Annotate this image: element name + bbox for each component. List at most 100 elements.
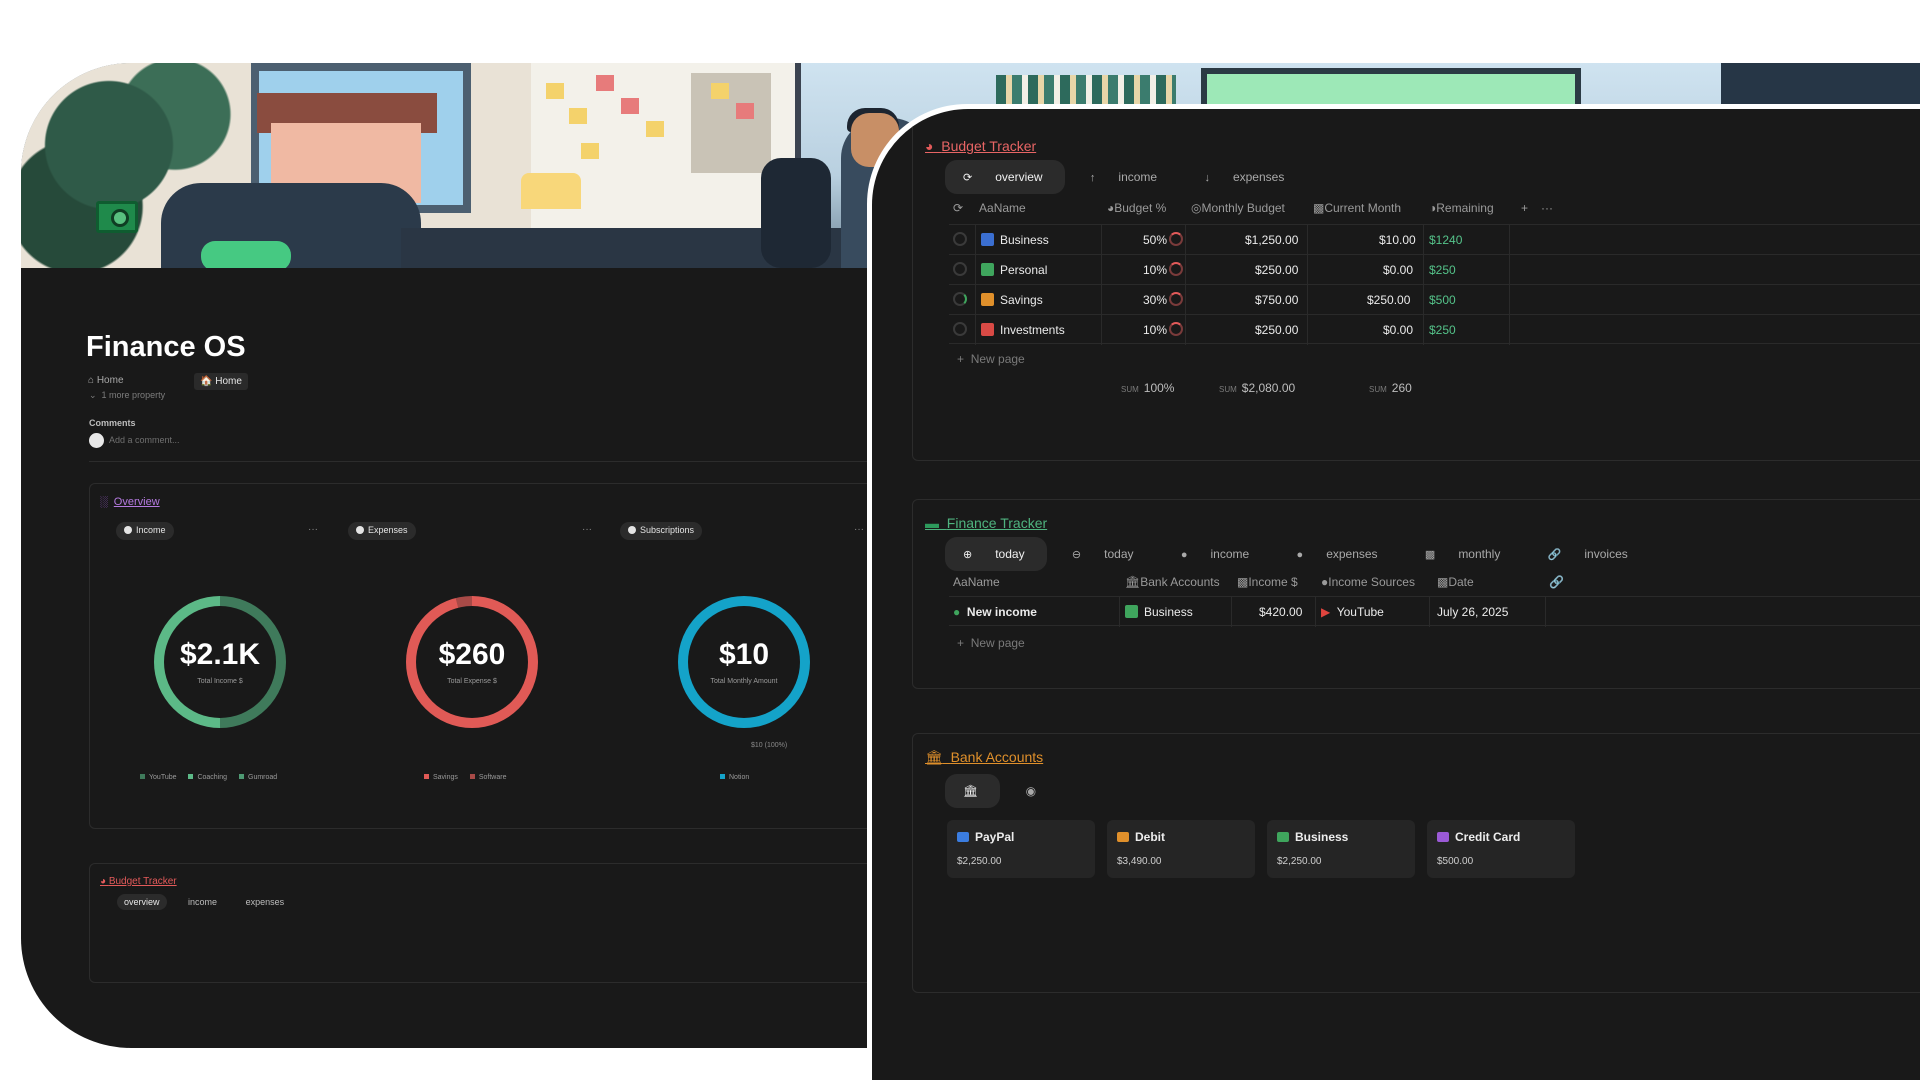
leaf-icon xyxy=(981,263,994,276)
finance-tracker-block: ▬ Finance Tracker ⊕ today ⊖ today ● income … xyxy=(912,499,1920,689)
column-name[interactable]: Aa Name xyxy=(953,575,1000,589)
tab-expenses-chart[interactable]: Expenses xyxy=(348,522,416,540)
money-icon: ▬ xyxy=(925,515,939,531)
tab-expenses[interactable]: expenses xyxy=(239,894,292,910)
column-current-month[interactable]: ▩ Current Month xyxy=(1313,201,1401,215)
row-name: Personal xyxy=(981,263,1047,277)
property-value[interactable]: 🏠 Home xyxy=(194,373,248,390)
column-budget-pct[interactable]: ◕ Budget % xyxy=(1107,201,1166,215)
link-icon: 🔗 xyxy=(1549,575,1564,589)
sum-monthly-budget: SUM $2,080.00 xyxy=(1219,381,1296,395)
more-properties-toggle[interactable]: ⌄ 1 more property xyxy=(89,390,165,401)
column-date[interactable]: ▩ Date xyxy=(1437,575,1474,589)
bank-accounts-title[interactable]: 🏛 Bank Accounts xyxy=(925,749,1043,766)
overview-link[interactable]: ░ Overview xyxy=(100,496,160,508)
add-column-icon[interactable]: + xyxy=(1521,201,1528,215)
tab-today[interactable]: ⊕ today xyxy=(945,537,1047,571)
budget-table-header: ⟳ Aa Name ◕ Budget % ◎ Monthly Budget ▩ … xyxy=(949,201,1920,217)
tab-income[interactable]: ↑ income xyxy=(1072,160,1179,194)
tab-expenses[interactable]: ↓ expenses xyxy=(1186,160,1306,194)
progress-ring-icon xyxy=(953,292,967,306)
tab-bank-other[interactable]: ◉ xyxy=(1008,774,1058,808)
column-income[interactable]: ▩ Income $ xyxy=(1237,575,1298,589)
table-row[interactable]: Investments 10% $250.00 $0.00 $250 xyxy=(949,314,1920,345)
income-total: $2.1K xyxy=(179,638,261,671)
bank-tag: Business xyxy=(1125,605,1193,619)
tab-invoices[interactable]: 🔗 invoices xyxy=(1530,537,1650,571)
notion-icon xyxy=(981,233,994,246)
progress-ring-icon xyxy=(953,322,967,336)
tab-income[interactable]: ● income xyxy=(1163,537,1271,571)
databases-window-content: ◕ Budget Tracker ⟳ overview ↑ income ↓ expe… xyxy=(872,109,1920,1080)
overview-chart-block: ░ Overview Income ··· Expenses ··· Subscr… xyxy=(89,483,909,829)
bank-accounts-block: 🏛 Bank Accounts 🏛 ◉ PayPal $2,250.00 Deb… xyxy=(912,733,1920,993)
more-options-icon[interactable]: ··· xyxy=(582,524,592,535)
tab-bank-gallery[interactable]: 🏛 xyxy=(945,774,1001,808)
progress-pie-icon xyxy=(1169,232,1183,246)
bank-icon: 🏛 xyxy=(963,784,979,798)
globe-icon: ◉ xyxy=(1025,784,1037,798)
more-options-icon[interactable]: ··· xyxy=(854,524,864,535)
subscription-donut-chart[interactable]: $10 Total Monthly Amount xyxy=(678,596,810,728)
budget-tabs: ⟳ overview ↑ income ↓ expenses xyxy=(945,160,1310,194)
avatar xyxy=(89,433,104,448)
table-row[interactable]: Personal 10% $250.00 $0.00 $250 xyxy=(949,254,1920,285)
bank-card-credit-card[interactable]: Credit Card $500.00 xyxy=(1427,820,1575,878)
progress-pie-icon xyxy=(1169,322,1183,336)
finance-tracker-title[interactable]: ▬ Finance Tracker xyxy=(925,515,1047,531)
bank-card-business[interactable]: Business $2,250.00 xyxy=(1267,820,1415,878)
row-name: Investments xyxy=(981,323,1065,337)
table-row[interactable]: Business 50% $1,250.00 $10.00 $1240 xyxy=(949,224,1920,255)
progress-ring-icon xyxy=(953,262,967,276)
income-caption: Total Income $ xyxy=(197,678,243,685)
budget-tracker-tabs: overview income expenses xyxy=(117,894,303,910)
tab-monthly[interactable]: ▩ monthly xyxy=(1407,537,1522,571)
table-row[interactable]: ● New income Business $420.00 ▶ YouTube … xyxy=(949,596,1920,627)
column-bank-accounts[interactable]: 🏛 Bank Accounts xyxy=(1125,575,1220,589)
column-monthly-budget[interactable]: ◎ Monthly Budget xyxy=(1191,201,1285,215)
subscription-slice-label: $10 (100%) xyxy=(751,742,788,749)
income-legend: YouTube Coaching Gumroad xyxy=(130,774,277,781)
tab-subscriptions-chart[interactable]: Subscriptions xyxy=(620,522,703,540)
bank-card-paypal[interactable]: PayPal $2,250.00 xyxy=(947,820,1095,878)
budget-tracker-title[interactable]: ◕ Budget Tracker xyxy=(925,138,1036,154)
property-label: ⌂ Home xyxy=(88,375,124,386)
money-icon[interactable] xyxy=(96,201,138,233)
tab-income-chart[interactable]: Income xyxy=(116,522,174,540)
comment-input[interactable]: Add a comment... xyxy=(89,433,180,451)
column-name[interactable]: Aa Name xyxy=(979,201,1026,215)
table-row[interactable]: Savings 30% $750.00 $250.00 $500 xyxy=(949,284,1920,315)
progress-ring-icon xyxy=(953,232,967,246)
new-page-button[interactable]: + New page xyxy=(957,636,1025,650)
subscription-total: $10 xyxy=(718,638,770,671)
tab-overview[interactable]: overview xyxy=(117,894,167,910)
progress-pie-icon xyxy=(1169,292,1183,306)
more-options-icon[interactable]: ··· xyxy=(1541,201,1553,215)
source-tag: ▶ YouTube xyxy=(1321,605,1384,619)
new-page-button[interactable]: + New page xyxy=(957,352,1025,366)
bank-tabs: 🏛 ◉ xyxy=(945,774,1062,808)
chart-icon xyxy=(981,323,994,336)
sum-remaining: SUM 260 xyxy=(1369,381,1412,395)
income-donut-chart[interactable]: $2.1K Total Income $ xyxy=(154,596,286,728)
row-name: ● New income xyxy=(953,605,1037,619)
bank-cards: PayPal $2,250.00 Debit $3,490.00 Busines… xyxy=(947,820,1747,880)
sum-budget-pct: SUM 100% xyxy=(1121,381,1175,395)
status-column-icon: ⟳ xyxy=(953,201,964,215)
tab-overview[interactable]: ⟳ overview xyxy=(945,160,1065,194)
budget-tracker-link[interactable]: ◕ Budget Tracker xyxy=(100,876,177,887)
tab-expenses[interactable]: ● expenses xyxy=(1279,537,1400,571)
row-name: Business xyxy=(981,233,1049,247)
column-remaining[interactable]: ◑ Remaining xyxy=(1429,201,1494,215)
subscription-legend: Notion xyxy=(710,774,749,781)
expense-donut-chart[interactable]: $260 Total Expense $ xyxy=(406,596,538,728)
bank-card-debit[interactable]: Debit $3,490.00 xyxy=(1107,820,1255,878)
finance-tabs: ⊕ today ⊖ today ● income ● expenses ▩ monthly… xyxy=(945,537,1654,571)
tab-income[interactable]: income xyxy=(181,894,224,910)
more-options-icon[interactable]: ··· xyxy=(308,524,318,535)
income-icon: ● xyxy=(953,605,961,619)
expense-total: $260 xyxy=(438,638,506,671)
column-income-sources[interactable]: ● Income Sources xyxy=(1321,575,1415,589)
comments-label: Comments xyxy=(89,418,136,428)
tab-today-2[interactable]: ⊖ today xyxy=(1054,537,1156,571)
